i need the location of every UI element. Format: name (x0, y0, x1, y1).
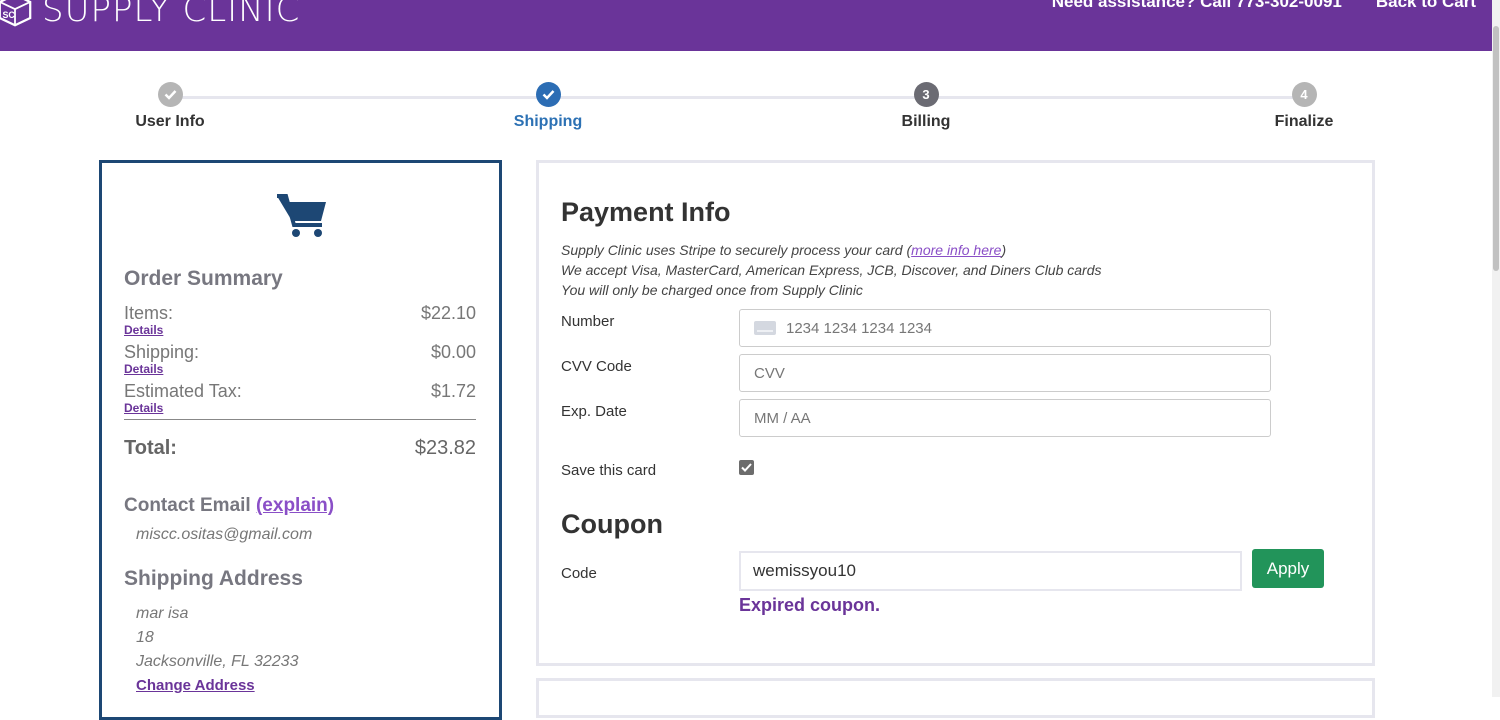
credit-card-icon (754, 321, 776, 335)
top-header: SC SUPPLY CLINIC Need assistance? Call 7… (0, 0, 1500, 51)
step-shipping: Shipping (468, 82, 628, 131)
next-panel (536, 678, 1375, 718)
payment-panel: Payment Info Supply Clinic uses Stripe t… (536, 160, 1375, 666)
items-value: $22.10 (420, 303, 476, 323)
address-line: mar isa (136, 605, 189, 622)
coupon-title: Coupon (561, 509, 663, 539)
address-line: 18 (136, 629, 154, 646)
save-card-label: Save this card (561, 462, 657, 479)
logo[interactable]: SC SUPPLY CLINIC (0, 0, 300, 30)
step-billing: 3 Billing (846, 82, 1006, 131)
coupon-error-message: Expired coupon. (739, 595, 881, 615)
coupon-code-label: Code (561, 565, 597, 582)
step-number: 4 (1291, 82, 1317, 107)
order-summary-title: Order Summary (124, 267, 283, 290)
items-label: Items: (124, 303, 174, 323)
check-icon (535, 82, 561, 107)
shipping-label: Shipping: (124, 342, 200, 362)
exp-date-field[interactable]: MM / AA (739, 399, 1271, 437)
back-to-cart-link[interactable]: Back to Cart (1376, 0, 1476, 12)
check-icon (157, 82, 183, 107)
card-number-field[interactable]: 1234 1234 1234 1234 (739, 309, 1271, 347)
tax-value: $1.72 (430, 381, 476, 401)
contact-email-label: Contact Email (124, 495, 251, 516)
card-number-label: Number (561, 313, 615, 330)
step-label: User Info (135, 113, 205, 130)
shipping-details-link[interactable]: Details (124, 362, 163, 376)
step-finalize: 4 Finalize (1224, 82, 1384, 131)
total-row: Total: $23.82 (124, 437, 476, 460)
accepted-cards-note: We accept Visa, MasterCard, American Exp… (561, 262, 1102, 278)
exp-date-label: Exp. Date (561, 403, 627, 420)
change-address-link[interactable]: Change Address (136, 677, 255, 694)
logo-box-icon: SC (0, 0, 32, 27)
step-label: Billing (901, 113, 951, 130)
total-value: $23.82 (414, 437, 476, 459)
apply-coupon-button[interactable]: Apply (1252, 549, 1324, 588)
summary-divider (124, 419, 476, 420)
cvv-label: CVV Code (561, 358, 632, 375)
cvv-placeholder: CVV (754, 364, 785, 382)
payment-info-title: Payment Info (561, 197, 731, 227)
cvv-field[interactable]: CVV (739, 354, 1271, 392)
coupon-code-input[interactable]: wemissyou10 (739, 551, 1242, 591)
total-label: Total: (124, 437, 177, 459)
checkmark-icon (741, 463, 752, 472)
progress-line (170, 96, 1303, 99)
checkout-progress: User Info Shipping 3 Billing 4 Finalize (0, 82, 1500, 142)
stripe-note: Supply Clinic uses Stripe to securely pr… (561, 242, 1006, 258)
assistance-phone[interactable]: Need assistance? Call 773-302-0091 (1052, 0, 1342, 12)
tax-label: Estimated Tax: (124, 381, 242, 401)
tax-row: Estimated Tax: $1.72 (124, 381, 476, 402)
scroll-thumb[interactable] (1493, 26, 1499, 271)
charge-note: You will only be charged once from Suppl… (561, 282, 863, 298)
save-card-checkbox[interactable] (739, 460, 754, 475)
items-row: Items: $22.10 (124, 303, 476, 324)
shipping-row: Shipping: $0.00 (124, 342, 476, 363)
exp-date-placeholder: MM / AA (754, 409, 811, 427)
stripe-note-text: Supply Clinic uses Stripe to securely pr… (561, 242, 912, 258)
stripe-note-close: ) (1001, 242, 1007, 258)
tax-details-link[interactable]: Details (124, 401, 163, 415)
more-info-link[interactable]: more info here (911, 242, 1001, 258)
logo-initials: SC (2, 10, 15, 20)
shipping-value: $0.00 (430, 342, 476, 362)
cart-icon (277, 194, 326, 237)
step-label: Finalize (1274, 113, 1334, 130)
contact-email-heading: Contact Email (explain) (124, 495, 334, 517)
step-label: Shipping (513, 113, 583, 130)
card-number-placeholder: 1234 1234 1234 1234 (786, 319, 932, 337)
order-summary-panel: Order Summary Items: $22.10 Details Ship… (99, 160, 502, 720)
coupon-code-value: wemissyou10 (753, 561, 856, 580)
address-line: Jacksonville, FL 32233 (136, 653, 299, 670)
logo-text: SUPPLY CLINIC (42, 0, 301, 30)
items-details-link[interactable]: Details (124, 323, 163, 337)
step-number: 3 (913, 82, 939, 107)
step-user-info: User Info (90, 82, 250, 131)
explain-link[interactable]: (explain) (256, 495, 334, 516)
contact-email-value: miscc.ositas@gmail.com (136, 526, 313, 543)
shipping-address-heading: Shipping Address (124, 567, 303, 590)
